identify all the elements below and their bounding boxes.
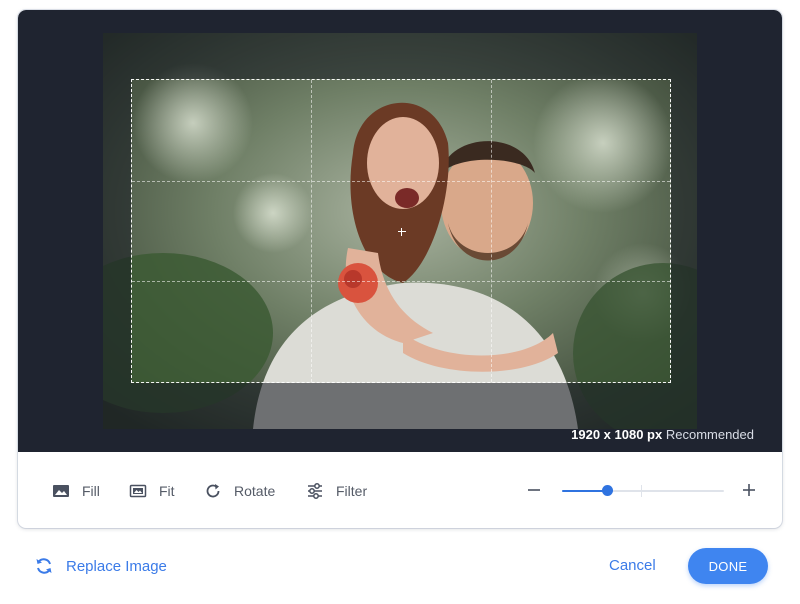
zoom-slider-midpoint xyxy=(641,485,642,497)
zoom-slider[interactable] xyxy=(562,485,724,497)
resolution-label: 1920 x 1080 px Recommended xyxy=(571,427,754,442)
zoom-out-button[interactable] xyxy=(526,482,542,498)
crop-grid-line xyxy=(490,80,492,382)
crop-box[interactable] xyxy=(131,79,671,383)
image-fill-icon xyxy=(52,482,70,500)
zoom-in-button[interactable] xyxy=(741,482,757,498)
image-fit-icon xyxy=(129,482,147,500)
minus-icon xyxy=(528,489,540,491)
plus-icon xyxy=(743,484,755,496)
crop-center-crosshair xyxy=(398,228,406,236)
fill-button[interactable]: Fill xyxy=(52,481,100,501)
rotate-icon xyxy=(204,482,222,500)
sliders-icon xyxy=(306,482,324,500)
recommended-text: Recommended xyxy=(665,427,754,442)
rotate-label: Rotate xyxy=(234,483,276,499)
fit-button[interactable]: Fit xyxy=(129,481,175,501)
done-button[interactable]: DONE xyxy=(688,548,768,584)
replace-image-button[interactable]: Replace Image xyxy=(34,556,167,576)
fill-label: Fill xyxy=(82,483,100,499)
replace-image-label: Replace Image xyxy=(66,557,167,575)
crop-grid-line xyxy=(132,281,670,283)
image-editor-card: 1920 x 1080 px Recommended Fill Fit Rota… xyxy=(18,10,782,528)
zoom-slider-fill xyxy=(562,490,607,492)
zoom-slider-thumb[interactable] xyxy=(602,485,613,496)
filter-button[interactable]: Filter xyxy=(306,481,367,501)
fit-label: Fit xyxy=(159,483,175,499)
crop-grid-line xyxy=(132,180,670,182)
refresh-icon xyxy=(34,556,54,576)
resolution-value: 1920 x 1080 px xyxy=(571,427,663,442)
filter-label: Filter xyxy=(336,483,368,499)
image-toolbar: Fill Fit Rotate Filter xyxy=(18,452,782,528)
rotate-button[interactable]: Rotate xyxy=(204,481,275,501)
photo-preview[interactable] xyxy=(103,33,697,429)
editor-canvas: 1920 x 1080 px Recommended xyxy=(18,10,782,452)
cancel-button[interactable]: Cancel xyxy=(609,557,656,574)
crop-grid-line xyxy=(311,80,313,382)
